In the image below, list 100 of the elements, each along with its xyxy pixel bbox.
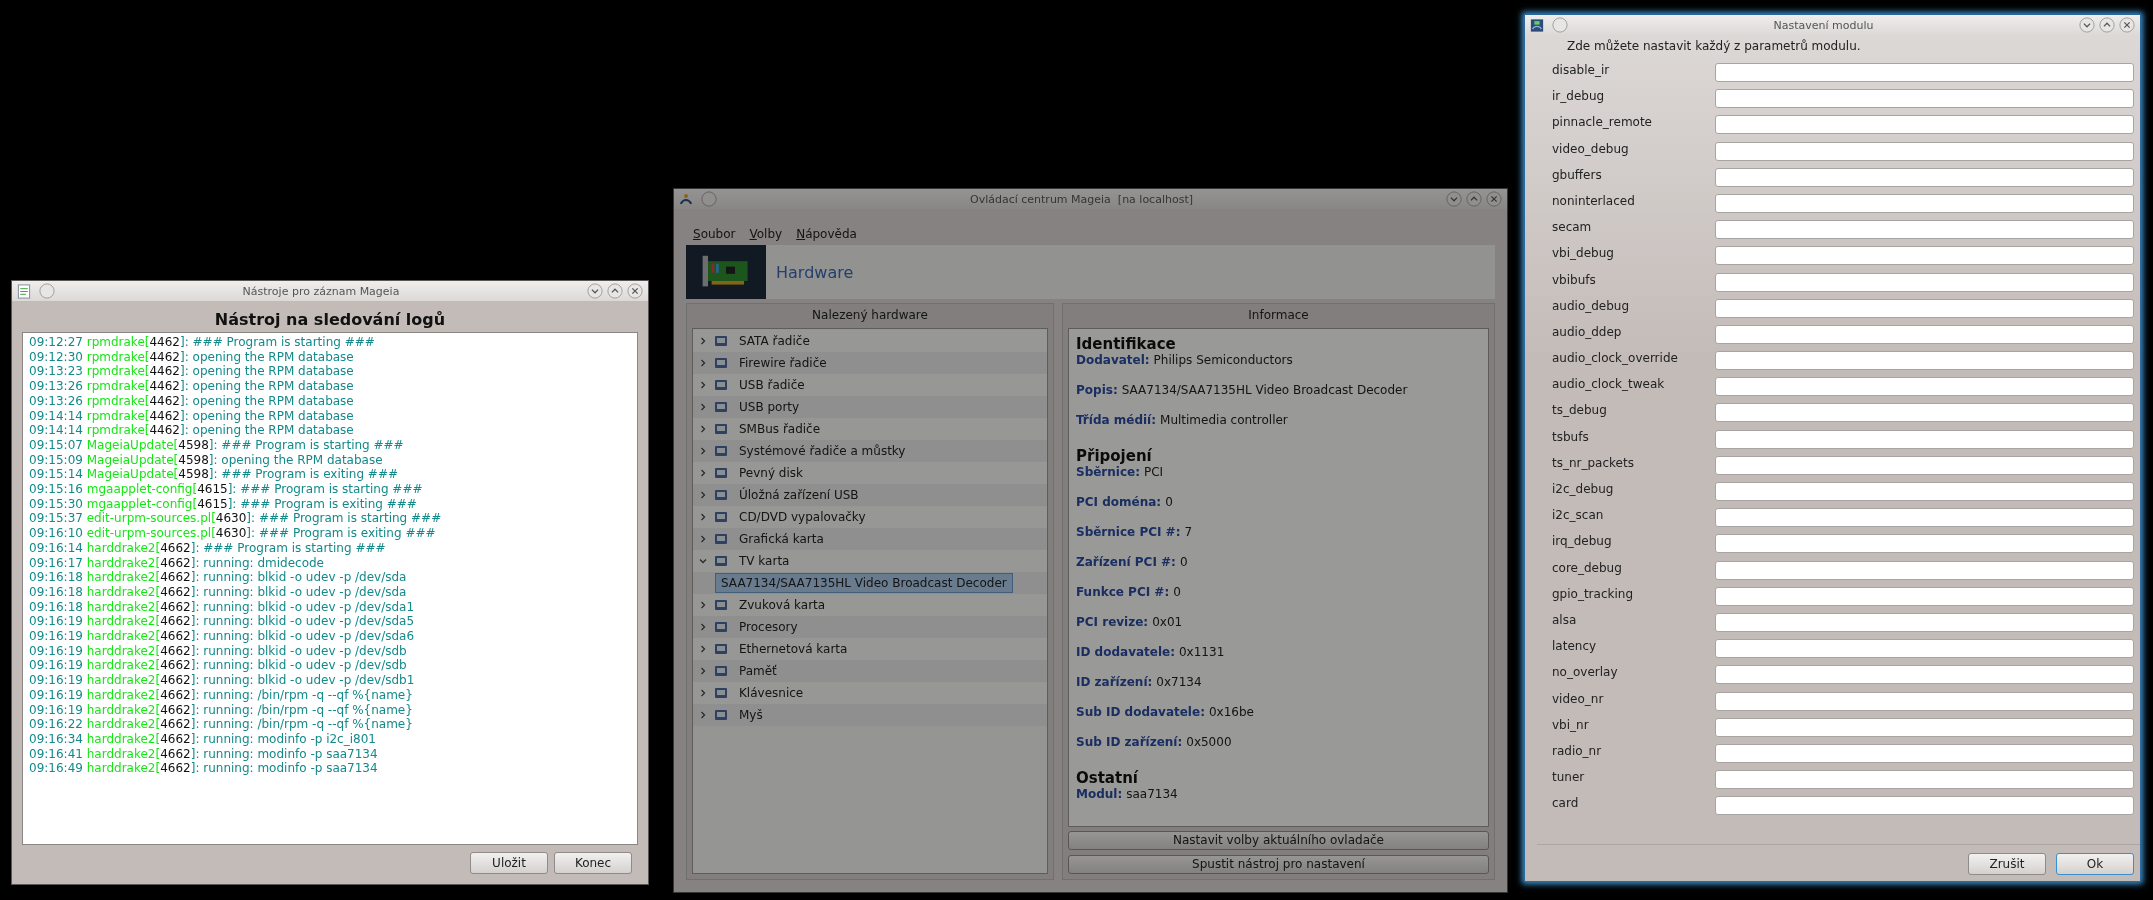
tree-item[interactable]: CD/DVD vypalovačky bbox=[734, 508, 871, 526]
tree-item[interactable]: Pevný disk bbox=[734, 464, 808, 482]
parameter-label: card bbox=[1552, 795, 1580, 813]
expander-icon[interactable] bbox=[698, 380, 708, 390]
tree-item[interactable]: Ethernetová karta bbox=[734, 640, 853, 658]
app-icon[interactable] bbox=[679, 191, 693, 207]
action-button[interactable]: Spustit nástroj pro nastavení bbox=[1068, 855, 1489, 874]
tree-item[interactable]: TV karta bbox=[734, 552, 795, 570]
tree-item[interactable]: SATA řadiče bbox=[734, 332, 815, 350]
expander-icon[interactable] bbox=[698, 336, 708, 346]
parameter-input[interactable] bbox=[1715, 377, 2134, 397]
menu-item[interactable]: Nápověda bbox=[796, 227, 857, 241]
tree-item[interactable]: Myš bbox=[734, 706, 768, 724]
parameter-input[interactable] bbox=[1715, 586, 2134, 606]
expander-icon[interactable] bbox=[698, 556, 708, 566]
log-line: 09:16:19 harddrake2[4662]: running: blkid -o udev -p /dev/sda6 bbox=[29, 629, 416, 644]
menu-button[interactable] bbox=[39, 283, 55, 299]
minimize-button[interactable] bbox=[1446, 191, 1462, 207]
maximize-button[interactable] bbox=[2099, 17, 2115, 33]
expander-icon[interactable] bbox=[698, 468, 708, 478]
log-line: 09:16:10 edit-urpm-sources.pl[4630]: ### Program is exiting ### bbox=[29, 526, 437, 541]
dialog-button[interactable]: Uložit bbox=[470, 852, 548, 874]
parameter-input[interactable] bbox=[1715, 220, 2134, 240]
parameter-input[interactable] bbox=[1715, 89, 2134, 109]
menu-button[interactable] bbox=[701, 191, 717, 207]
info-label: Třída médií: bbox=[1076, 413, 1157, 427]
tree-item[interactable]: Paměť bbox=[734, 662, 782, 680]
tree-item[interactable]: SMBus řadiče bbox=[734, 420, 826, 438]
parameter-input[interactable] bbox=[1715, 691, 2134, 711]
expander-icon[interactable] bbox=[698, 490, 708, 500]
parameter-input[interactable] bbox=[1715, 508, 2134, 528]
document-icon[interactable] bbox=[17, 283, 31, 299]
log-line: 09:15:16 mgaapplet-config[4615]: ### Program is starting ### bbox=[29, 482, 424, 497]
parameter-input[interactable] bbox=[1715, 534, 2134, 554]
expander-icon[interactable] bbox=[698, 402, 708, 412]
parameter-label: no_overlay bbox=[1552, 664, 1619, 682]
parameter-input[interactable] bbox=[1715, 482, 2134, 501]
expander-icon[interactable] bbox=[698, 358, 708, 368]
expander-icon[interactable] bbox=[698, 622, 708, 632]
expander-icon[interactable] bbox=[698, 644, 708, 654]
hardware-icon bbox=[713, 641, 729, 657]
parameter-input[interactable] bbox=[1715, 272, 2134, 292]
parameter-input[interactable] bbox=[1715, 63, 2134, 82]
expander-icon[interactable] bbox=[698, 424, 708, 434]
expander-icon[interactable] bbox=[698, 600, 708, 610]
maximize-button[interactable] bbox=[1466, 191, 1482, 207]
dialog-button[interactable]: Ok bbox=[2056, 853, 2134, 875]
parameter-input[interactable] bbox=[1715, 351, 2134, 371]
tree-item[interactable]: Zvuková karta bbox=[734, 596, 831, 614]
parameter-input[interactable] bbox=[1715, 429, 2134, 449]
parameter-input[interactable] bbox=[1715, 665, 2134, 685]
parameter-input[interactable] bbox=[1715, 167, 2134, 187]
expander-icon[interactable] bbox=[698, 534, 708, 544]
action-button[interactable]: Nastavit volby aktuálního ovladače bbox=[1068, 831, 1489, 850]
expander-icon[interactable] bbox=[698, 666, 708, 676]
tree-item[interactable]: USB řadiče bbox=[734, 376, 810, 394]
hardware-icon bbox=[713, 597, 729, 613]
parameter-input[interactable] bbox=[1715, 770, 2134, 790]
parameter-input[interactable] bbox=[1715, 743, 2134, 763]
hardware-icon bbox=[713, 553, 729, 569]
app-icon[interactable] bbox=[1530, 17, 1544, 33]
parameter-input[interactable] bbox=[1715, 141, 2134, 161]
hardware-icon bbox=[713, 443, 729, 459]
menu-item[interactable]: Soubor bbox=[693, 227, 736, 241]
hardware-icon bbox=[713, 509, 729, 525]
minimize-button[interactable] bbox=[587, 283, 603, 299]
close-button[interactable] bbox=[1486, 191, 1502, 207]
menu-item[interactable]: Volby bbox=[749, 227, 783, 241]
menu-button[interactable] bbox=[1552, 17, 1568, 33]
parameter-input[interactable] bbox=[1715, 324, 2134, 344]
close-button[interactable] bbox=[627, 283, 643, 299]
expander-icon[interactable] bbox=[698, 688, 708, 698]
parameter-input[interactable] bbox=[1715, 560, 2134, 580]
parameter-input[interactable] bbox=[1715, 455, 2134, 475]
parameter-label: ir_debug bbox=[1552, 88, 1606, 106]
parameter-input[interactable] bbox=[1715, 796, 2134, 816]
parameter-input[interactable] bbox=[1715, 246, 2134, 266]
parameter-input[interactable] bbox=[1715, 717, 2134, 737]
parameter-input[interactable] bbox=[1715, 298, 2134, 318]
minimize-button[interactable] bbox=[2079, 17, 2095, 33]
tree-item[interactable]: SAA7134/SAA7135HL Video Broadcast Decoder bbox=[715, 573, 1013, 593]
dialog-button[interactable]: Zrušit bbox=[1968, 853, 2046, 875]
tree-item[interactable]: USB porty bbox=[734, 398, 805, 416]
hardware-icon bbox=[713, 355, 729, 371]
log-line: 09:16:49 harddrake2[4662]: running: modinfo -p saa7134 bbox=[29, 761, 379, 777]
parameter-input[interactable] bbox=[1715, 639, 2134, 659]
expander-icon[interactable] bbox=[698, 710, 708, 720]
dialog-button[interactable]: Konec bbox=[554, 852, 632, 874]
tree-item[interactable]: Procesory bbox=[734, 618, 803, 636]
parameter-input[interactable] bbox=[1715, 403, 2134, 423]
expander-icon[interactable] bbox=[698, 446, 708, 456]
close-button[interactable] bbox=[2119, 17, 2135, 33]
hardware-icon bbox=[713, 333, 729, 349]
tree-item[interactable]: Klávesnice bbox=[734, 684, 809, 702]
parameter-input[interactable] bbox=[1715, 115, 2134, 135]
maximize-button[interactable] bbox=[607, 283, 623, 299]
parameter-input[interactable] bbox=[1715, 612, 2134, 632]
parameter-input[interactable] bbox=[1715, 193, 2134, 213]
log-line: 09:16:17 harddrake2[4662]: running: dmidecode bbox=[29, 555, 325, 571]
expander-icon[interactable] bbox=[698, 512, 708, 522]
